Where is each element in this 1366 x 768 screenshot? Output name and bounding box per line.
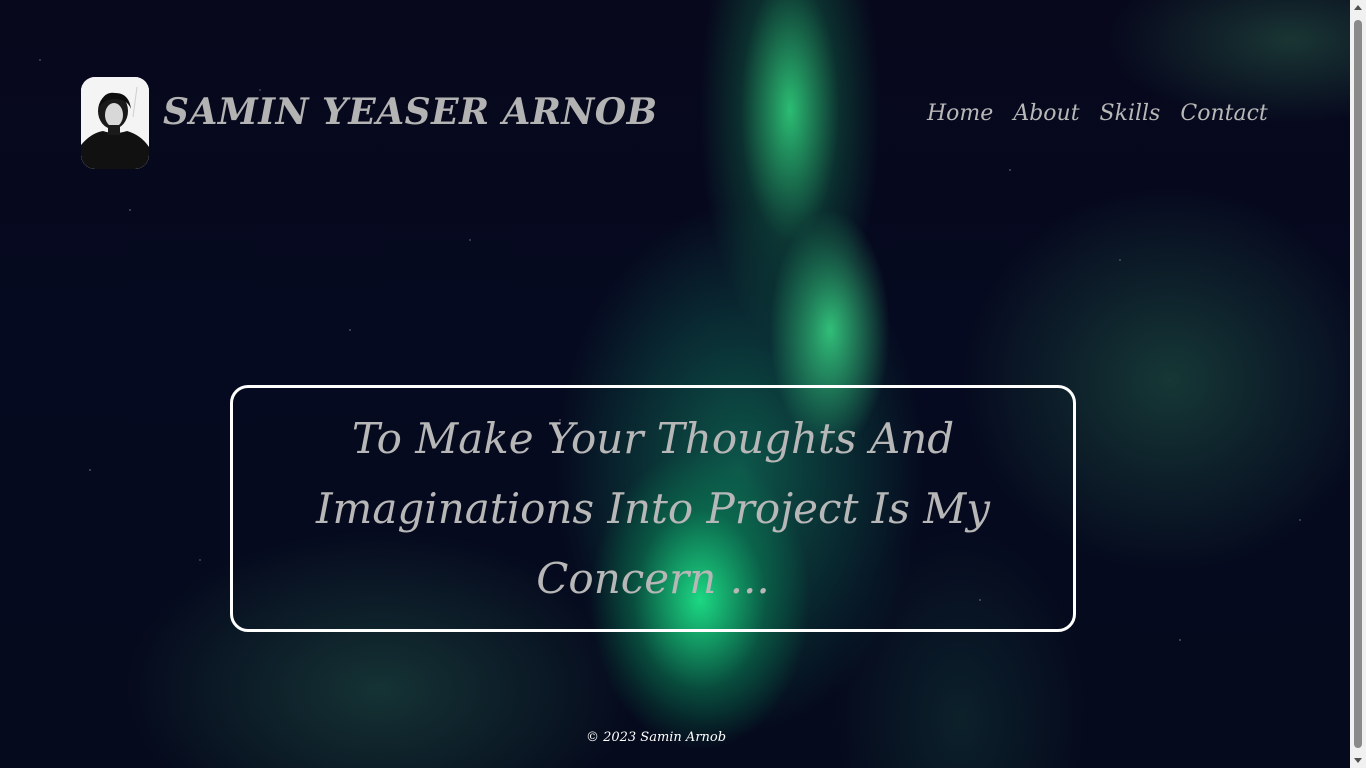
site-header: SAMIN YEASER ARNOB Home About Skills Con… <box>81 77 1268 169</box>
scroll-up-arrow-icon[interactable] <box>1354 5 1362 10</box>
main-nav: Home About Skills Contact <box>927 101 1268 126</box>
footer-copyright: © 2023 Samin Arnob <box>585 730 727 745</box>
hero-tagline: To Make Your Thoughts And Imaginations I… <box>315 413 991 603</box>
scroll-thumb[interactable] <box>1354 20 1362 748</box>
site-name: SAMIN YEASER ARNOB <box>163 91 658 133</box>
avatar <box>81 77 149 169</box>
vertical-scrollbar[interactable] <box>1350 0 1366 768</box>
hero-box: To Make Your Thoughts And Imaginations I… <box>230 385 1076 632</box>
nav-link-skills[interactable]: Skills <box>1100 101 1161 126</box>
nav-link-about[interactable]: About <box>1013 101 1079 126</box>
profile-photo <box>81 77 149 169</box>
nav-link-contact[interactable]: Contact <box>1180 101 1267 126</box>
nav-link-home[interactable]: Home <box>927 101 993 126</box>
scroll-down-arrow-icon[interactable] <box>1354 758 1362 763</box>
